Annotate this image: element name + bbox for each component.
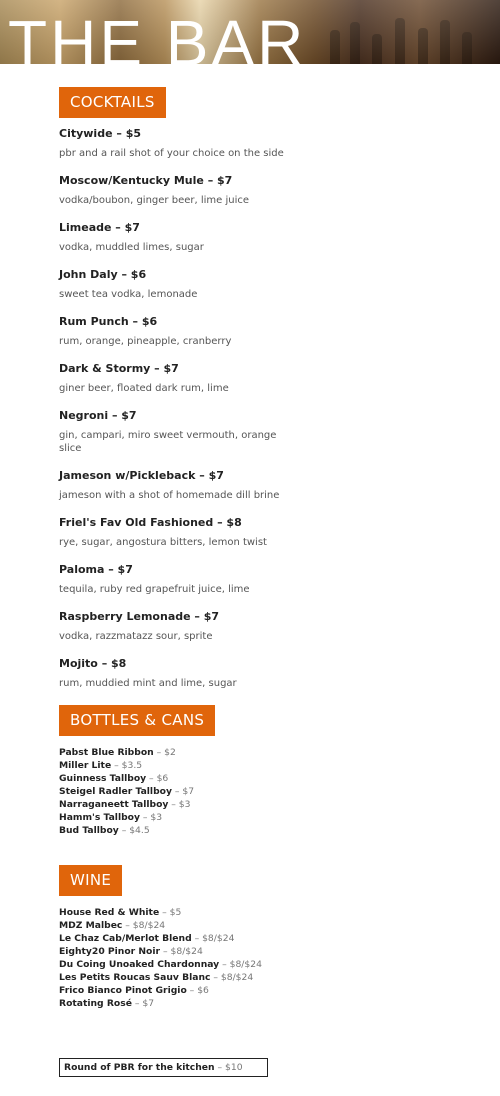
- drink-description: jameson with a shot of homemade dill bri…: [59, 490, 280, 501]
- drink-item: Limeade – $7 vodka, muddled limes, sugar: [59, 221, 289, 254]
- list-item: Le Chaz Cab/Merlot Blend – $8/$24: [59, 932, 359, 945]
- drink-description: sweet tea vodka, lemonade: [59, 289, 198, 300]
- cocktails-heading: COCKTAILS: [59, 87, 166, 118]
- list-item: Guinness Tallboy – $6: [59, 772, 359, 785]
- item-price: – $3: [168, 799, 191, 810]
- item-name: Narraganeett Tallboy: [59, 799, 169, 810]
- item-price: – $8/$24: [210, 972, 254, 983]
- list-item: Frico Bianco Pinot Grigio – $6: [59, 984, 359, 997]
- drink-description: vodka/boubon, ginger beer, lime juice: [59, 195, 250, 206]
- drink-item: Mojito – $8 rum, muddied mint and lime, …: [59, 657, 289, 690]
- item-name: House Red & White: [59, 907, 160, 918]
- drink-description: gin, campari, miro sweet vermouth, orang…: [59, 430, 277, 454]
- drink-item: Paloma – $7 tequila, ruby red grapefruit…: [59, 563, 289, 596]
- item-name: Le Chaz Cab/Merlot Blend: [59, 933, 192, 944]
- drink-name: Friel's Fav Old Fashioned – $8: [59, 516, 242, 529]
- list-item: Eighty20 Pinor Noir – $8/$24: [59, 945, 359, 958]
- drink-description: pbr and a rail shot of your choice on th…: [59, 148, 284, 159]
- list-item: House Red & White – $5: [59, 906, 359, 919]
- drink-name: John Daly – $6: [59, 268, 147, 281]
- list-item: Narraganeett Tallboy – $3: [59, 798, 359, 811]
- bottles-heading: BOTTLES & CANS: [59, 705, 216, 736]
- drink-name: Rum Punch – $6: [59, 315, 158, 328]
- item-price: – $2: [153, 747, 176, 758]
- drink-name: Moscow/Kentucky Mule – $7: [59, 174, 233, 187]
- item-name: Eighty20 Pinor Noir: [59, 946, 161, 957]
- drink-item: Rum Punch – $6 rum, orange, pineapple, c…: [59, 315, 289, 348]
- item-price: – $7: [131, 998, 155, 1009]
- item-name: Round of PBR for the kitchen: [64, 1062, 215, 1073]
- drink-item: Dark & Stormy – $7 giner beer, floated d…: [59, 362, 289, 395]
- item-price: – $4.5: [118, 825, 150, 836]
- drink-description: giner beer, floated dark rum, lime: [59, 383, 229, 394]
- cocktails-section: COCKTAILS Citywide – $5 pbr and a rail s…: [59, 87, 289, 704]
- item-price: – $10: [214, 1062, 243, 1073]
- list-item: Hamm's Tallboy – $3: [59, 811, 359, 824]
- wine-heading: WINE: [59, 865, 123, 896]
- wine-list: House Red & White – $5 MDZ Malbec – $8/$…: [59, 906, 359, 1010]
- drink-name: Citywide – $5: [59, 127, 142, 140]
- item-price: – $8/$24: [122, 920, 166, 931]
- item-price: – $6: [186, 985, 209, 996]
- list-item: Pabst Blue Ribbon – $2: [59, 746, 359, 759]
- bottles-list: Pabst Blue Ribbon – $2 Miller Lite – $3.…: [59, 746, 359, 837]
- item-price: – $6: [146, 773, 169, 784]
- item-name: Frico Bianco Pinot Grigio: [59, 985, 187, 996]
- drink-name: Jameson w/Pickleback – $7: [59, 469, 224, 482]
- drink-item: Negroni – $7 gin, campari, miro sweet ve…: [59, 409, 289, 455]
- list-item: Rotating Rosé – $7: [59, 997, 359, 1010]
- item-name: Miller Lite: [59, 760, 112, 771]
- item-name: Bud Tallboy: [59, 825, 119, 836]
- drink-name: Mojito – $8: [59, 657, 127, 670]
- item-name: Les Petits Roucas Sauv Blanc: [59, 972, 211, 983]
- item-name: Guinness Tallboy: [59, 773, 147, 784]
- drink-name: Paloma – $7: [59, 563, 133, 576]
- item-price: – $8/$24: [191, 933, 235, 944]
- drink-name: Negroni – $7: [59, 409, 137, 422]
- item-name: Rotating Rosé: [59, 998, 132, 1009]
- item-price: – $8/$24: [219, 959, 262, 970]
- wine-section: WINE House Red & White – $5 MDZ Malbec –…: [59, 865, 359, 1010]
- list-item: Miller Lite – $3.5: [59, 759, 359, 772]
- kitchen-round-box: Round of PBR for the kitchen – $10: [59, 1058, 268, 1077]
- list-item: Les Petits Roucas Sauv Blanc – $8/$24: [59, 971, 359, 984]
- drink-item: Citywide – $5 pbr and a rail shot of you…: [59, 127, 289, 160]
- drink-name: Limeade – $7: [59, 221, 140, 234]
- drink-description: rum, muddied mint and lime, sugar: [59, 678, 237, 689]
- drink-description: rum, orange, pineapple, cranberry: [59, 336, 232, 347]
- item-price: – $3: [139, 812, 163, 823]
- page-title: THE BAR: [8, 7, 307, 64]
- item-price: – $5: [159, 907, 182, 918]
- drink-description: vodka, muddled limes, sugar: [59, 242, 204, 253]
- drink-item: Friel's Fav Old Fashioned – $8 rye, suga…: [59, 516, 289, 549]
- drink-item: Moscow/Kentucky Mule – $7 vodka/boubon, …: [59, 174, 289, 207]
- drink-description: tequila, ruby red grapefruit juice, lime: [59, 584, 250, 595]
- list-item: Du Coing Unoaked Chardonnay – $8/$24: [59, 958, 359, 971]
- list-item: Steigel Radler Tallboy – $7: [59, 785, 359, 798]
- hero-banner: THE BAR: [0, 0, 500, 64]
- drink-name: Dark & Stormy – $7: [59, 362, 179, 375]
- item-name: Du Coing Unoaked Chardonnay: [59, 959, 220, 970]
- item-price: – $8/$24: [160, 946, 203, 957]
- item-name: Pabst Blue Ribbon: [59, 747, 154, 758]
- item-name: Hamm's Tallboy: [59, 812, 140, 823]
- item-price: – $3.5: [111, 760, 143, 771]
- item-price: – $7: [171, 786, 195, 797]
- drink-item: John Daly – $6 sweet tea vodka, lemonade: [59, 268, 289, 301]
- item-name: MDZ Malbec: [59, 920, 123, 931]
- item-name: Steigel Radler Tallboy: [59, 786, 172, 797]
- list-item: Bud Tallboy – $4.5: [59, 824, 359, 837]
- list-item: MDZ Malbec – $8/$24: [59, 919, 359, 932]
- bottles-section: BOTTLES & CANS Pabst Blue Ribbon – $2 Mi…: [59, 705, 359, 837]
- drink-name: Raspberry Lemonade – $7: [59, 610, 220, 623]
- drink-item: Jameson w/Pickleback – $7 jameson with a…: [59, 469, 289, 502]
- drink-description: rye, sugar, angostura bitters, lemon twi…: [59, 537, 267, 548]
- drink-description: vodka, razzmatazz sour, sprite: [59, 631, 213, 642]
- drink-item: Raspberry Lemonade – $7 vodka, razzmataz…: [59, 610, 289, 643]
